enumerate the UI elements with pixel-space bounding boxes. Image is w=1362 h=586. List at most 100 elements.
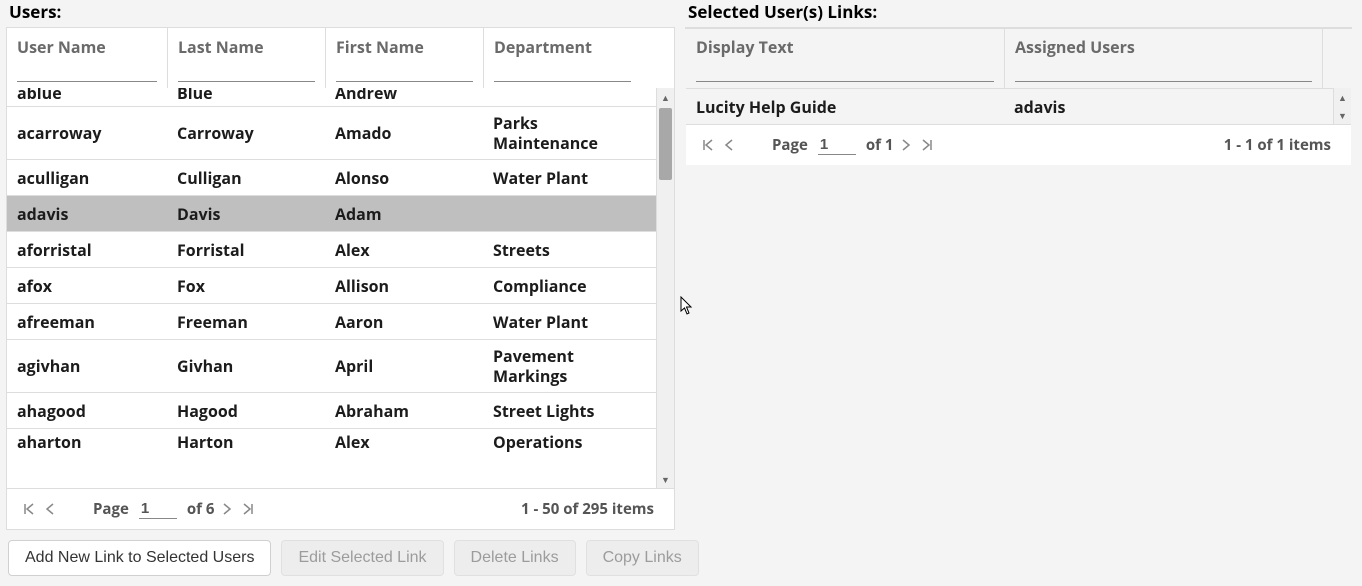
cell: Blue bbox=[167, 88, 325, 106]
column-label: Last Name bbox=[178, 36, 315, 58]
filter-username-input[interactable] bbox=[17, 60, 157, 82]
action-buttons: Add New Link to Selected Users Edit Sele… bbox=[0, 530, 1362, 576]
cell: Water Plant bbox=[483, 160, 641, 195]
pager-prev-button[interactable] bbox=[43, 503, 57, 515]
links-panel-title: Selected User(s) Links: bbox=[685, 0, 1352, 27]
cell bbox=[483, 196, 641, 231]
cell: Carroway bbox=[167, 107, 325, 159]
cell: Abraham bbox=[325, 393, 483, 428]
table-row[interactable]: ahagoodHagoodAbrahamStreet Lights bbox=[7, 392, 656, 428]
pager-prev-button[interactable] bbox=[722, 139, 736, 151]
cell: agivhan bbox=[7, 340, 167, 392]
scrollbar-down-arrow-icon[interactable]: ▼ bbox=[657, 470, 674, 488]
cell: Adam bbox=[325, 196, 483, 231]
cell: Forristal bbox=[167, 232, 325, 267]
cell: Aaron bbox=[325, 304, 483, 339]
pager-last-button[interactable] bbox=[919, 139, 935, 151]
table-row[interactable]: agivhanGivhanAprilPavement Markings bbox=[7, 339, 656, 392]
users-item-count: 1 - 50 of 295 items bbox=[521, 499, 660, 519]
table-row[interactable]: afoxFoxAllisonCompliance bbox=[7, 267, 656, 303]
pager-first-button[interactable] bbox=[21, 503, 37, 515]
scrollbar-down-arrow-icon[interactable]: ▼ bbox=[1338, 106, 1347, 124]
table-row[interactable]: afreemanFreemanAaronWater Plant bbox=[7, 303, 656, 339]
table-row[interactable]: aforristalForristalAlexStreets bbox=[7, 231, 656, 267]
column-label: User Name bbox=[17, 36, 157, 58]
cell: adavis bbox=[1004, 89, 1322, 124]
scrollbar-up-arrow-icon[interactable]: ▲ bbox=[1338, 88, 1347, 106]
links-pager: Page of 1 1 - 1 of 1 items bbox=[686, 124, 1351, 165]
cell: Harton bbox=[167, 429, 325, 454]
cell: Fox bbox=[167, 268, 325, 303]
cell: acarroway bbox=[7, 107, 167, 159]
cell: aharton bbox=[7, 429, 167, 454]
page-of-label: of 1 bbox=[866, 135, 894, 155]
copy-links-button[interactable]: Copy Links bbox=[586, 540, 699, 576]
table-row[interactable]: aculliganCulliganAlonsoWater Plant bbox=[7, 159, 656, 195]
edit-selected-link-button[interactable]: Edit Selected Link bbox=[281, 540, 443, 576]
pager-next-button[interactable] bbox=[899, 139, 913, 151]
cell: Givhan bbox=[167, 340, 325, 392]
cell: Pavement Markings bbox=[483, 340, 641, 392]
filter-firstname-input[interactable] bbox=[336, 60, 473, 82]
links-page-input[interactable] bbox=[818, 135, 856, 155]
cell: Streets bbox=[483, 232, 641, 267]
pager-next-button[interactable] bbox=[220, 503, 234, 515]
column-label: Display Text bbox=[696, 36, 994, 58]
add-new-link-button[interactable]: Add New Link to Selected Users bbox=[8, 540, 271, 576]
users-grid-header: User Name Last Name First Name Departmen… bbox=[7, 28, 674, 88]
filter-displaytext-input[interactable] bbox=[696, 60, 994, 82]
cell: Alex bbox=[325, 232, 483, 267]
users-page-input[interactable] bbox=[139, 499, 177, 519]
table-row[interactable]: acarrowayCarrowayAmadoParks Maintenance bbox=[7, 106, 656, 159]
column-label: Department bbox=[494, 36, 631, 58]
users-rows: ablueBlueAndrewacarrowayCarrowayAmadoPar… bbox=[7, 88, 656, 488]
links-header-scroll-gutter bbox=[1322, 28, 1340, 88]
scrollbar-up-arrow-icon[interactable]: ▲ bbox=[657, 88, 674, 106]
table-row[interactable]: adavisDavisAdam bbox=[7, 195, 656, 231]
links-col-displaytext[interactable]: Display Text bbox=[686, 28, 1004, 88]
links-grid: Display Text Assigned Users Lucity Help … bbox=[685, 27, 1352, 29]
cell: Davis bbox=[167, 196, 325, 231]
cell: April bbox=[325, 340, 483, 392]
links-col-assignedusers[interactable]: Assigned Users bbox=[1004, 28, 1322, 88]
cell: Operations bbox=[483, 429, 641, 454]
pager-last-button[interactable] bbox=[240, 503, 256, 515]
users-col-lastname[interactable]: Last Name bbox=[167, 28, 325, 88]
cell: aculligan bbox=[7, 160, 167, 195]
pager-first-button[interactable] bbox=[700, 139, 716, 151]
cell: Alex bbox=[325, 429, 483, 454]
users-panel: Users: User Name Last Name First Name De… bbox=[0, 0, 679, 530]
users-col-username[interactable]: User Name bbox=[7, 28, 167, 88]
column-label: Assigned Users bbox=[1015, 36, 1312, 58]
scrollbar-thumb[interactable] bbox=[659, 108, 672, 180]
table-row[interactable]: Lucity Help Guideadavis bbox=[686, 88, 1333, 124]
users-scrollbar[interactable]: ▲ ▼ bbox=[656, 88, 674, 488]
cell: Compliance bbox=[483, 268, 641, 303]
links-scrollbar[interactable]: ▲ ▼ bbox=[1333, 88, 1351, 124]
page-of-label: of 6 bbox=[187, 499, 215, 519]
filter-department-input[interactable] bbox=[494, 60, 631, 82]
cell bbox=[483, 103, 641, 106]
delete-links-button[interactable]: Delete Links bbox=[454, 540, 576, 576]
cell: Allison bbox=[325, 268, 483, 303]
filter-lastname-input[interactable] bbox=[178, 60, 315, 82]
users-panel-title: Users: bbox=[6, 0, 675, 27]
cell: Hagood bbox=[167, 393, 325, 428]
filter-assignedusers-input[interactable] bbox=[1015, 60, 1312, 82]
table-row[interactable]: ahartonHartonAlexOperations bbox=[7, 428, 656, 454]
cell: aforristal bbox=[7, 232, 167, 267]
table-row[interactable]: ablueBlueAndrew bbox=[7, 88, 656, 106]
cell: Street Lights bbox=[483, 393, 641, 428]
cell: Culligan bbox=[167, 160, 325, 195]
cell: Andrew bbox=[325, 88, 483, 106]
links-rows: Lucity Help Guideadavis bbox=[686, 88, 1333, 124]
users-col-firstname[interactable]: First Name bbox=[325, 28, 483, 88]
users-grid: User Name Last Name First Name Departmen… bbox=[6, 27, 675, 530]
cell: Parks Maintenance bbox=[483, 107, 641, 159]
links-grid-body: Lucity Help Guideadavis ▲ ▼ bbox=[686, 88, 1351, 124]
cell: afreeman bbox=[7, 304, 167, 339]
cell: Water Plant bbox=[483, 304, 641, 339]
cell: ablue bbox=[7, 88, 167, 106]
cell: afox bbox=[7, 268, 167, 303]
users-col-department[interactable]: Department bbox=[483, 28, 641, 88]
